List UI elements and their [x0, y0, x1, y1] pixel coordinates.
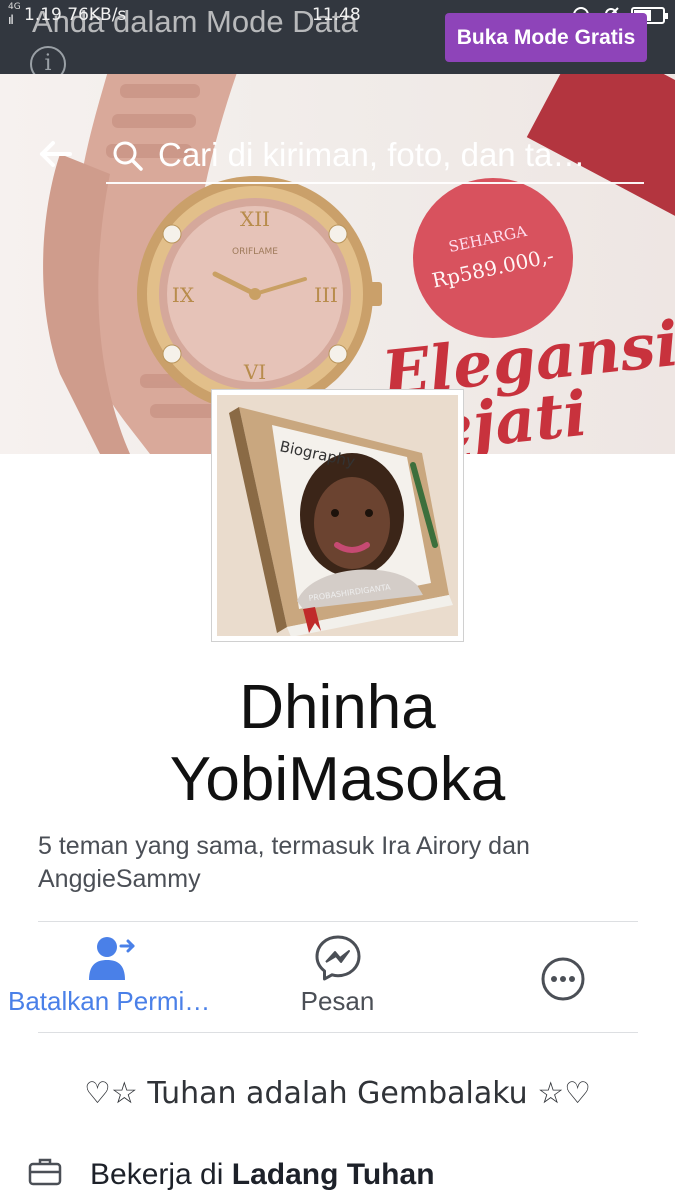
network-speed: 1.19 76KB/s — [24, 5, 127, 25]
cancel-request-button[interactable]: Batalkan Permi… — [0, 928, 225, 1028]
more-button[interactable] — [450, 928, 675, 1028]
profile-name-line2: YobiMasoka — [169, 745, 506, 814]
signal-icon: ıl — [8, 12, 13, 27]
watch-brand: ORIFLAME — [232, 247, 278, 257]
svg-text:XII: XII — [240, 207, 270, 231]
work-text: Bekerja di Ladang Tuhan — [90, 1158, 435, 1192]
info-icon[interactable]: i — [30, 46, 66, 74]
back-arrow-icon[interactable] — [36, 134, 76, 174]
divider — [38, 921, 638, 922]
work-prefix: Bekerja di — [90, 1158, 232, 1191]
profile-picture[interactable]: Biography PROBASHIRDIGANTA — [211, 389, 464, 642]
profile-photo-art: Biography PROBASHIRDIGANTA — [217, 395, 458, 636]
messenger-icon — [315, 935, 360, 981]
clock: 11.48 — [312, 5, 361, 25]
work-info-row[interactable]: Bekerja di Ladang Tuhan — [28, 1150, 668, 1200]
profile-photo: Biography PROBASHIRDIGANTA — [217, 395, 458, 636]
cancel-request-label: Batalkan Permi… — [8, 986, 211, 1016]
price-badge: SEHARGA Rp589.000,- — [413, 178, 573, 338]
search-icon — [113, 141, 143, 171]
svg-text:III: III — [314, 283, 338, 307]
free-mode-button[interactable]: Buka Mode Gratis — [445, 13, 647, 62]
svg-text:IX: IX — [172, 283, 195, 307]
cancel-friend-request-icon — [88, 937, 134, 980]
profile-bio: ♡☆ Tuhan adalah Gembalaku ☆♡ — [84, 1076, 591, 1111]
mutual-friends[interactable]: 5 teman yang sama, termasuk Ira Airory d… — [38, 830, 638, 896]
message-button[interactable]: Pesan — [225, 928, 450, 1028]
svg-text:VI: VI — [243, 360, 266, 384]
search-bar[interactable]: Cari di kiriman, foto, dan ta… — [106, 132, 644, 184]
divider — [38, 1032, 638, 1033]
profile-name-line1: Dhinha — [239, 673, 436, 742]
search-input[interactable]: Cari di kiriman, foto, dan ta… — [158, 136, 638, 174]
profile-name: Dhinha YobiMasoka — [0, 672, 675, 816]
more-icon — [541, 957, 584, 1001]
network-type: 4G — [8, 2, 21, 12]
work-place[interactable]: Ladang Tuhan — [232, 1158, 435, 1191]
message-label: Pesan — [300, 986, 375, 1016]
briefcase-icon — [28, 1158, 62, 1186]
